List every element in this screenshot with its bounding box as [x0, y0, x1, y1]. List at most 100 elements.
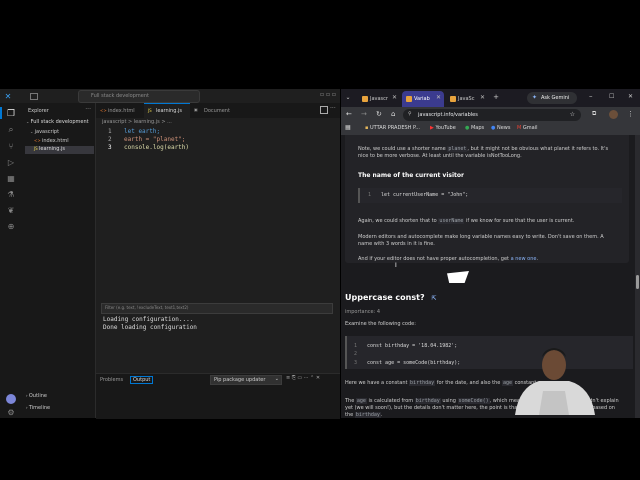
scrollbar-thumb[interactable]	[636, 275, 639, 289]
extensions-icon[interactable]: ⧉	[592, 110, 596, 118]
site-info-icon[interactable]: ⚲	[408, 111, 412, 117]
tab-learning-js[interactable]: JS learning.js	[144, 103, 190, 118]
editor-tabs: <> index.html JS learning.js ▣ Document …	[96, 103, 340, 118]
profile-avatar[interactable]	[609, 110, 618, 119]
preview-icon: ▣	[194, 107, 198, 112]
search-icon[interactable]: ⌕	[5, 124, 17, 136]
leaf-icon[interactable]: ❦	[5, 204, 17, 216]
code-line: 1 let earth;	[108, 128, 161, 135]
url-text: javascript.info/variables	[418, 112, 478, 118]
web-page-content: Note, we could use a shorter name planet…	[341, 135, 635, 418]
js-file-icon: JS	[148, 108, 152, 113]
youtube-icon: ▶	[430, 125, 434, 131]
remote-icon[interactable]: ⊕	[5, 220, 17, 232]
chrome-tab-strip: ⌄ Javascr ✕ Variab ✕ JavaSc ✕ + ✦ Ask Ge…	[341, 89, 640, 107]
close-window-icon[interactable]: ✕	[628, 93, 633, 100]
output-line: Loading configuration....	[103, 316, 194, 323]
chrome-tab[interactable]: Javascr ✕	[358, 91, 400, 107]
source-control-icon[interactable]: ⑂	[5, 140, 17, 152]
tab-search-icon[interactable]: ⌄	[344, 93, 352, 101]
output-channel-select[interactable]: Pip package updater ⌄	[210, 375, 282, 385]
code-line: 3 console.log(earth)	[108, 144, 190, 151]
explorer-title: Explorer	[28, 108, 49, 114]
html-file-icon: <>	[34, 138, 42, 143]
chrome-tab-active[interactable]: Variab ✕	[402, 91, 444, 107]
timeline-section[interactable]: › Timeline	[26, 405, 50, 411]
close-icon[interactable]: ✕	[392, 94, 397, 101]
apps-grid-icon[interactable]: ▦	[345, 124, 351, 131]
vscode-window: ✕ Full stack development ▫ ▫ ▫ ❐ ⌕ ⑂ ▷ ▦…	[0, 89, 340, 419]
bookmark-item[interactable]: ● Maps	[465, 125, 484, 131]
new-tab-icon[interactable]: +	[492, 93, 500, 101]
maps-icon: ●	[465, 125, 470, 131]
home-icon[interactable]: ⌂	[391, 110, 395, 118]
chrome-tab[interactable]: JavaSc ✕	[446, 91, 488, 107]
layout-icon[interactable]	[30, 93, 38, 100]
output-filter-input[interactable]: Filter (e.g. text, !excludeText, text1,t…	[101, 303, 333, 314]
maximize-icon[interactable]: ☐	[609, 93, 614, 100]
again-paragraph: Again, we could shorten that to userName…	[358, 218, 575, 224]
forward-icon[interactable]: →	[361, 110, 367, 118]
panel-actions[interactable]: ≡ ⎘ ▭ ··· ⌃ ✕	[286, 375, 320, 381]
news-icon: ●	[491, 125, 496, 131]
close-icon[interactable]: ✕	[480, 94, 485, 101]
tab-document[interactable]: ▣ Document	[190, 103, 240, 118]
page-scrollbar[interactable]	[635, 135, 640, 418]
back-icon[interactable]: ←	[346, 110, 352, 118]
run-debug-icon[interactable]: ▷	[5, 156, 17, 168]
gear-icon[interactable]: ⚙	[5, 406, 17, 418]
mouse-cursor-icon: I	[395, 262, 397, 269]
code-editor[interactable]: javascript > learning.js > ... 1 let ear…	[96, 118, 340, 373]
flask-icon[interactable]: ⚗	[5, 188, 17, 200]
avatar[interactable]	[6, 394, 16, 404]
more-actions-icon[interactable]: ···	[85, 106, 91, 113]
section-subheading: The name of the current visitor	[358, 172, 464, 179]
tab-output[interactable]: Output	[130, 376, 154, 384]
explorer-icon[interactable]: ❐	[5, 108, 17, 120]
importance-label: importance: 4	[345, 309, 381, 315]
html-file-icon: <>	[100, 108, 107, 113]
ask-gemini-button[interactable]: ✦ Ask Gemini	[527, 92, 577, 104]
command-center[interactable]: Full stack development	[78, 90, 200, 103]
tab-index-html[interactable]: <> index.html	[96, 103, 144, 118]
webcam-overlay	[509, 335, 599, 415]
file-index-html[interactable]: <> index.html	[34, 138, 69, 144]
tab-problems[interactable]: Problems	[100, 377, 123, 383]
chrome-window: ⌄ Javascr ✕ Variab ✕ JavaSc ✕ + ✦ Ask Ge…	[341, 89, 640, 418]
link-icon[interactable]: ⇱	[431, 295, 436, 302]
modern-paragraph: Modern editors and autocomplete make lon…	[358, 234, 604, 247]
bookmark-item[interactable]: ▪ UTTAR PRADESH P...	[365, 125, 420, 131]
code-line: 2 earth = "planet";	[108, 136, 186, 143]
new-one-link[interactable]: a new one	[511, 256, 537, 262]
white-overlay-shape	[447, 271, 469, 283]
reload-icon[interactable]: ↻	[376, 110, 382, 118]
bookmark-star-icon[interactable]: ☆	[570, 111, 575, 118]
active-indicator	[0, 107, 2, 119]
chrome-toolbar: ← → ↻ ⌂ ⚲ javascript.info/variables ☆ ⧉ …	[341, 107, 640, 123]
menu-icon[interactable]: ⋮	[627, 110, 634, 118]
split-editor-icon[interactable]	[320, 106, 328, 114]
folder-icon: ▪	[365, 125, 369, 131]
bookmark-item[interactable]: ● News	[491, 125, 510, 131]
vscode-titlebar: ✕ Full stack development ▫ ▫ ▫	[0, 89, 340, 103]
extensions-icon[interactable]: ▦	[5, 172, 17, 184]
more-actions-icon[interactable]: ···	[330, 105, 336, 112]
address-bar[interactable]: ⚲ javascript.info/variables ☆	[403, 109, 581, 121]
bookmark-item[interactable]: ▶ YouTube	[430, 125, 456, 131]
close-icon[interactable]: ✕	[436, 94, 441, 101]
task-heading: Uppercase const? ⇱	[345, 293, 437, 302]
output-line: Done loading configuration	[103, 324, 197, 331]
workspace-title: Full stack development	[91, 93, 149, 99]
bookmark-item[interactable]: M Gmail	[517, 125, 538, 131]
file-learning-js[interactable]: JS learning.js	[25, 146, 94, 154]
javascript-info-favicon	[450, 96, 456, 102]
outline-section[interactable]: › Outline	[26, 393, 47, 399]
minimize-icon[interactable]: –	[589, 92, 593, 100]
root-folder[interactable]: ⌄ Full stack development	[26, 119, 94, 127]
output-log: Loading configuration.... Done loading c…	[103, 316, 197, 332]
activity-bar: ❐ ⌕ ⑂ ▷ ▦ ⚗ ❦ ⊕ ⚙	[0, 103, 22, 418]
bottom-panel: Problems Output Pip package updater ⌄ ≡ …	[96, 373, 340, 419]
breadcrumb: javascript > learning.js > ...	[102, 119, 172, 125]
javascript-info-favicon	[406, 96, 412, 102]
folder-javascript[interactable]: ⌄ javascript	[30, 129, 59, 135]
